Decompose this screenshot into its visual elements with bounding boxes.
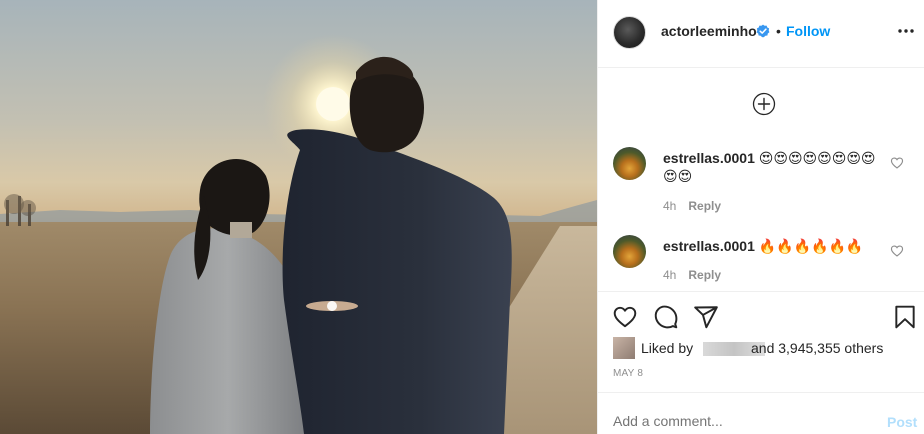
liker-avatar[interactable] bbox=[613, 337, 635, 359]
post-side-panel: actorleeminho • Follow estrellas.0001 😍😍… bbox=[597, 0, 924, 434]
more-options-icon[interactable] bbox=[896, 24, 916, 38]
likes-count[interactable]: and 3,945,355 others bbox=[751, 340, 883, 356]
comment-meta: 4h Reply bbox=[663, 199, 721, 213]
post-comment-button[interactable]: Post bbox=[887, 414, 917, 430]
commenter-avatar[interactable] bbox=[613, 147, 646, 180]
commenter-username[interactable]: estrellas.0001 bbox=[663, 238, 755, 254]
comment-text: 🔥🔥🔥🔥🔥🔥 bbox=[758, 238, 864, 254]
plus-circle-icon[interactable] bbox=[752, 92, 776, 116]
share-icon[interactable] bbox=[693, 304, 719, 330]
follow-button[interactable]: Follow bbox=[786, 23, 830, 39]
post-photo-illustration bbox=[0, 34, 597, 434]
author-username[interactable]: actorleeminho bbox=[661, 23, 757, 39]
comment-body: estrellas.0001 🔥🔥🔥🔥🔥🔥 bbox=[663, 237, 878, 255]
header-separator: • bbox=[776, 23, 781, 39]
post-photo[interactable] bbox=[0, 0, 597, 434]
add-comment-input[interactable] bbox=[613, 413, 863, 429]
reply-button[interactable]: Reply bbox=[688, 199, 721, 213]
comment-like-icon[interactable] bbox=[890, 244, 904, 258]
post-date[interactable]: MAY 8 bbox=[613, 368, 643, 379]
verified-badge-icon bbox=[756, 24, 770, 38]
post-header: actorleeminho • Follow bbox=[598, 0, 924, 68]
likes-prefix: Liked by bbox=[641, 340, 694, 356]
comment-meta: 4h Reply bbox=[663, 268, 721, 282]
heart-icon[interactable] bbox=[612, 304, 638, 330]
comment-time[interactable]: 4h bbox=[663, 268, 676, 282]
commenter-username[interactable]: estrellas.0001 bbox=[663, 150, 755, 166]
comment-item: estrellas.0001 😍😍😍😍😍😍😍😍😍😍 4h Reply bbox=[598, 147, 924, 217]
comment-body: estrellas.0001 😍😍😍😍😍😍😍😍😍😍 bbox=[663, 149, 878, 185]
reply-button[interactable]: Reply bbox=[688, 268, 721, 282]
post-actions-section: Liked by and 3,945,355 others MAY 8 bbox=[598, 291, 924, 391]
comment-time[interactable]: 4h bbox=[663, 199, 676, 213]
comment-icon[interactable] bbox=[653, 304, 679, 330]
bookmark-icon[interactable] bbox=[892, 304, 918, 330]
author-avatar[interactable] bbox=[613, 16, 646, 49]
comment-item: estrellas.0001 🔥🔥🔥🔥🔥🔥 4h Reply bbox=[598, 235, 924, 287]
comment-like-icon[interactable] bbox=[890, 156, 904, 170]
commenter-avatar[interactable] bbox=[613, 235, 646, 268]
add-comment-bar: Post bbox=[598, 392, 924, 434]
